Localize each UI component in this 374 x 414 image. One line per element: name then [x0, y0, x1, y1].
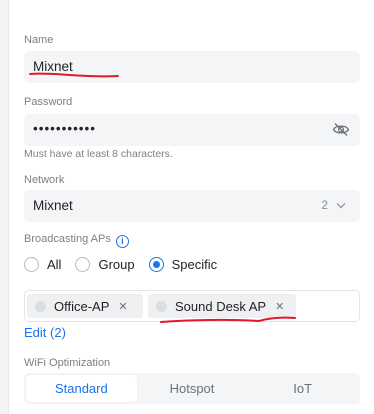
ap-chip-label: Sound Desk AP	[175, 298, 267, 314]
broadcasting-label-text: Broadcasting APs	[24, 233, 111, 245]
name-label: Name	[24, 34, 54, 46]
radio-circle	[24, 257, 39, 272]
info-icon[interactable]: i	[115, 234, 129, 248]
eye-off-icon[interactable]	[332, 122, 350, 137]
name-input[interactable]: Mixnet	[24, 51, 360, 83]
ap-chip: Sound Desk AP ✕	[148, 294, 296, 318]
password-help-text: Must have at least 8 characters.	[24, 148, 173, 160]
network-value: Mixnet	[33, 198, 73, 213]
segment-iot[interactable]: IoT	[247, 375, 358, 402]
ap-chip-label: Office-AP	[54, 298, 110, 314]
network-count: 2	[321, 198, 328, 212]
network-label: Network	[24, 174, 65, 186]
ap-chip: Office-AP ✕	[27, 294, 143, 318]
network-select[interactable]: Mixnet 2	[24, 190, 360, 222]
selected-aps-field[interactable]: Office-AP ✕ Sound Desk AP ✕	[24, 290, 360, 323]
ap-icon	[156, 300, 167, 312]
wifi-settings-panel: Name Mixnet Password ••••••••••• Must ha…	[8, 0, 374, 414]
name-value: Mixnet	[33, 59, 73, 74]
radio-circle	[75, 257, 91, 272]
network-meta: 2	[321, 198, 346, 212]
remove-icon[interactable]: ✕	[118, 300, 127, 313]
radio-label: Specific	[171, 257, 218, 272]
segment-hotspot[interactable]: Hotspot	[137, 375, 248, 402]
wifi-optimization-segmented-control: Standard Hotspot IoT	[24, 373, 360, 404]
chevron-down-icon	[336, 202, 346, 208]
segment-standard[interactable]: Standard	[26, 375, 137, 402]
radio-all[interactable]: All	[24, 257, 61, 272]
radio-specific[interactable]: Specific	[148, 257, 218, 272]
ap-icon	[35, 300, 46, 312]
radio-label: Group	[98, 257, 135, 272]
remove-icon[interactable]: ✕	[275, 300, 284, 313]
radio-label: All	[47, 257, 62, 272]
wifi-optimization-label: WiFi Optimization	[24, 357, 111, 369]
password-label: Password	[24, 96, 73, 108]
password-input[interactable]: •••••••••••	[24, 114, 360, 146]
password-value: •••••••••••	[33, 121, 96, 136]
radio-circle-selected	[148, 257, 164, 272]
broadcasting-radio-group: All Group Specific	[24, 257, 231, 272]
broadcasting-label: Broadcasting APs i	[24, 233, 129, 248]
radio-group[interactable]: Group	[75, 257, 135, 272]
edit-aps-link[interactable]: Edit (2)	[24, 325, 66, 340]
